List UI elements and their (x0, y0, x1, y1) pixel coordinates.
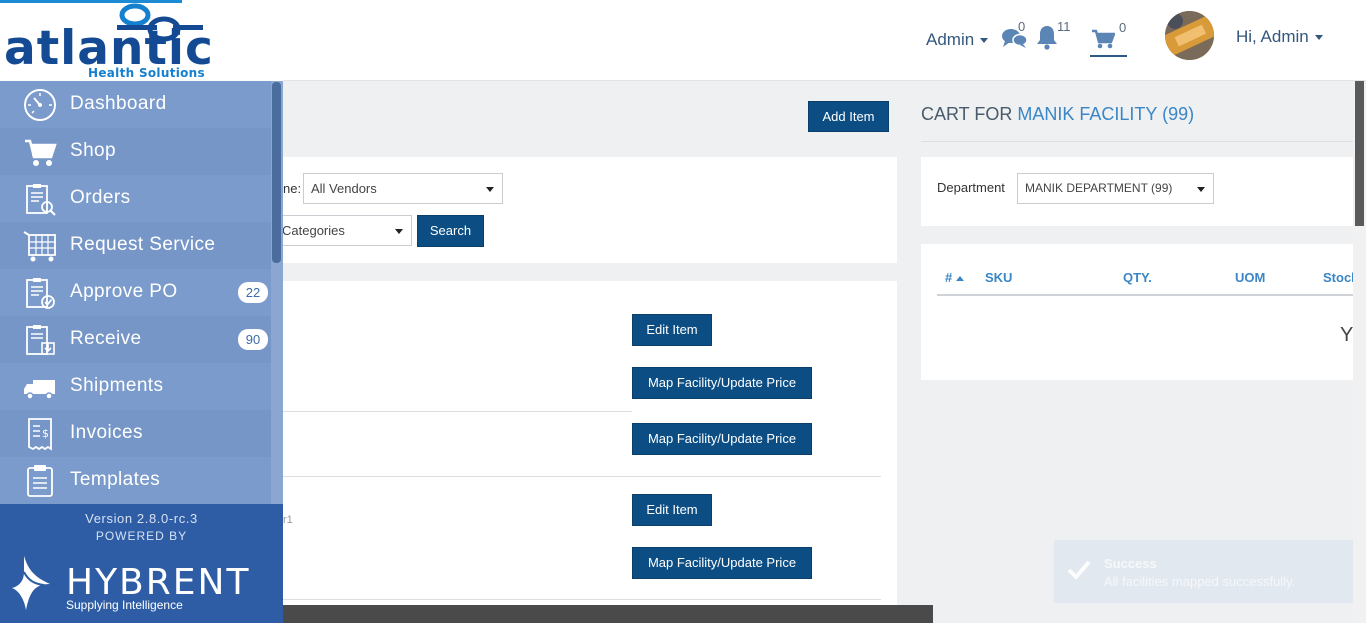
sidebar-item-label: Dashboard (70, 93, 167, 114)
vendor-select[interactable]: All Vendors (303, 173, 503, 204)
success-toast[interactable]: Success All facilities mapped successful… (1054, 540, 1353, 603)
sidebar-item-approve-po[interactable]: Approve PO 22 (0, 269, 271, 316)
row-partial-text: r1 (283, 514, 293, 526)
approve-po-count-badge: 22 (238, 282, 268, 303)
admin-menu-label: Admin (926, 30, 975, 49)
vendor-select-value: All Vendors (311, 181, 377, 196)
edit-item-button[interactable]: Edit Item (632, 494, 712, 526)
messages-count: 0 (1018, 19, 1026, 34)
chevron-down-icon (1314, 35, 1323, 41)
chevron-down-icon (980, 38, 989, 44)
vendor-label: ne: (283, 181, 302, 196)
hybrent-tagline: Supplying Intelligence (66, 598, 183, 612)
map-facility-button[interactable]: Map Facility/Update Price (632, 547, 812, 579)
add-item-button[interactable]: Add Item (808, 101, 889, 132)
avatar-image (1165, 11, 1214, 60)
column-header-label: # (945, 270, 953, 285)
chevron-down-icon (1197, 186, 1205, 192)
powered-by-label: POWERED BY (95, 529, 188, 543)
sidebar-item-label: Receive (70, 328, 142, 349)
logo-subtitle: Health Solutions (88, 66, 205, 80)
chevron-down-icon (486, 186, 494, 192)
horizontal-scrollbar[interactable] (283, 605, 933, 623)
hybrent-bird-icon (12, 556, 50, 610)
sidebar-scrollbar-thumb[interactable] (272, 82, 281, 263)
cart-table-panel (921, 244, 1353, 380)
sidebar-item-label: Templates (70, 469, 161, 490)
cart-title-divider (921, 141, 1353, 142)
sort-ascending-icon (956, 276, 965, 282)
cart-title-prefix: CART FOR (921, 104, 1013, 124)
cart-icon (25, 139, 57, 166)
svg-text:$: $ (42, 427, 49, 440)
user-menu-dropdown[interactable]: Hi, Admin (1236, 27, 1323, 47)
column-header-sku[interactable]: SKU (985, 270, 1012, 285)
admin-menu-dropdown[interactable]: Admin (926, 30, 989, 50)
sidebar-item-label: Invoices (70, 422, 143, 443)
cart-empty-text: Y (1340, 324, 1354, 346)
column-header-stock[interactable]: Stock (1323, 270, 1353, 285)
sidebar-item-shipments[interactable]: Shipments (0, 363, 271, 410)
department-select[interactable]: MANIK DEPARTMENT (99) (1017, 173, 1214, 204)
bell-icon[interactable] (1035, 24, 1059, 50)
column-header-uom[interactable]: UOM (1235, 270, 1265, 285)
avatar[interactable] (1165, 11, 1214, 60)
sidebar-footer: Version 2.8.0-rc.3 POWERED BY HYBRENT Su… (0, 504, 283, 623)
app-version: Version 2.8.0-rc.3 (85, 511, 198, 526)
receive-icon (26, 325, 55, 355)
cart-icon[interactable] (1091, 29, 1115, 50)
department-label: Department (937, 180, 1005, 195)
column-header-qty[interactable]: QTY. (1123, 270, 1152, 285)
category-select[interactable]: Categories (274, 215, 412, 246)
sidebar-item-invoices[interactable]: $ Invoices (0, 410, 271, 457)
map-facility-button[interactable]: Map Facility/Update Price (632, 367, 812, 399)
edit-item-button[interactable]: Edit Item (632, 314, 712, 346)
brand-logo[interactable]: atlantic Health Solutions (0, 0, 283, 81)
category-select-value: Categories (282, 223, 345, 238)
sidebar-item-request-service[interactable]: Request Service (0, 222, 271, 269)
sidebar-item-dashboard[interactable]: Dashboard (0, 81, 271, 128)
receive-count-badge: 90 (238, 329, 268, 350)
sidebar-item-label: Shop (70, 140, 116, 161)
sidebar-item-orders[interactable]: Orders (0, 175, 271, 222)
row-divider (283, 599, 881, 600)
toast-message: All facilities mapped successfully. (1104, 574, 1296, 589)
sidebar-item-label: Approve PO (70, 281, 178, 302)
sidebar-item-templates[interactable]: Templates (0, 457, 271, 504)
cart-title: CART FOR MANIK FACILITY (99) (921, 104, 1194, 125)
notifications-count: 11 (1057, 19, 1071, 34)
sidebar-item-label: Orders (70, 187, 131, 208)
row-divider (283, 411, 632, 412)
request-service-icon (23, 231, 56, 262)
map-facility-button[interactable]: Map Facility/Update Price (632, 423, 812, 455)
checkmark-icon (1067, 560, 1091, 580)
sidebar-item-receive[interactable]: Receive 90 (0, 316, 271, 363)
department-select-value: MANIK DEPARTMENT (99) (1025, 181, 1173, 195)
user-greeting: Hi, Admin (1236, 27, 1309, 46)
orders-icon (26, 184, 56, 216)
cart-facility-link[interactable]: MANIK FACILITY (99) (1017, 104, 1194, 124)
search-button[interactable]: Search (417, 215, 484, 247)
sidebar-item-shop[interactable]: Shop (0, 128, 271, 175)
sidebar-item-label: Shipments (70, 375, 164, 396)
table-header-divider (937, 294, 1353, 296)
page-scrollbar-thumb[interactable] (1355, 81, 1364, 226)
sidebar-item-label: Request Service (70, 234, 216, 255)
hybrent-wordmark: HYBRENT (66, 562, 251, 603)
toast-title: Success (1104, 556, 1157, 571)
templates-icon (27, 465, 53, 497)
column-header-number[interactable]: # (945, 270, 965, 285)
truck-icon (24, 380, 55, 400)
invoice-icon: $ (28, 418, 52, 451)
cart-active-indicator (1090, 55, 1127, 57)
approve-po-icon (26, 278, 55, 309)
dashboard-icon (24, 89, 56, 121)
cart-count: 0 (1119, 20, 1127, 35)
chevron-down-icon (395, 228, 403, 234)
row-divider (283, 476, 881, 477)
